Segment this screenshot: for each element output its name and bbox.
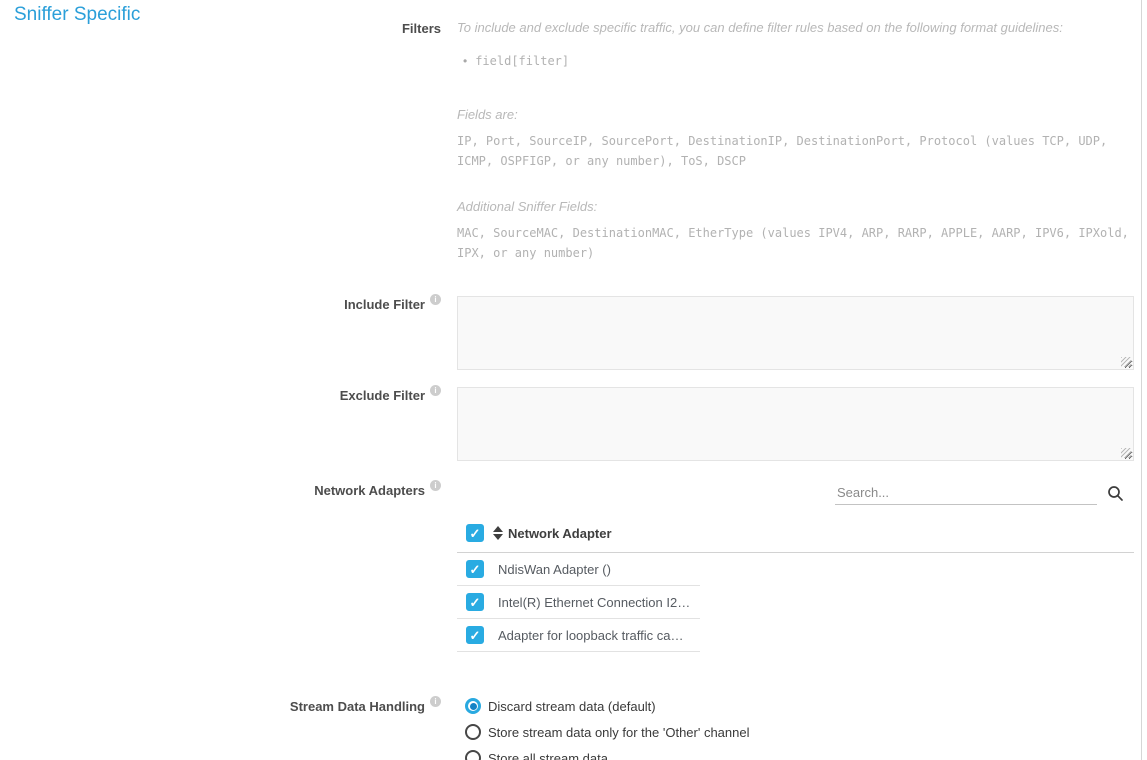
include-filter-label-col: Include Filter [0,296,447,313]
filter-format-bullet: • field[filter] [457,51,1134,71]
exclude-filter-content [447,387,1141,466]
stream-data-handling-content: Discard stream data (default) Store stre… [447,698,1141,760]
network-adapters-content: Network Adapter NdisWan Adapter () Intel… [447,482,1141,652]
radio-option-store-other[interactable]: Store stream data only for the 'Other' c… [465,724,1134,740]
filters-label: Filters [402,21,441,37]
adapter-row: Intel(R) Ethernet Connection I2… [457,586,700,619]
stream-data-handling-label-col: Stream Data Handling [0,698,447,715]
exclude-filter-label: Exclude Filter [340,388,425,404]
radio-icon[interactable] [465,724,481,740]
filters-label-col: Filters [0,20,447,37]
radio-label: Store all stream data [488,751,608,760]
adapter-checkbox[interactable] [466,593,484,611]
exclude-filter-input[interactable] [457,387,1134,461]
search-icon[interactable] [1107,485,1124,502]
include-filter-label: Include Filter [344,297,425,313]
fields-heading: Fields are: [457,107,1134,123]
adapter-table-header: Network Adapter [457,518,1134,553]
info-icon[interactable] [430,696,441,707]
network-adapters-label-col: Network Adapters [0,482,447,499]
adapter-checkbox[interactable] [466,626,484,644]
adapter-name: NdisWan Adapter () [498,562,611,577]
panel-right-border [1141,0,1142,760]
sniffer-specific-page: Sniffer Specific Filters To include and … [0,0,1147,760]
include-filter-row: Include Filter [0,296,1141,375]
exclude-filter-row: Exclude Filter [0,387,1141,466]
network-adapters-row: Network Adapters Network Ad [0,482,1141,652]
radio-icon[interactable] [465,698,481,714]
info-icon[interactable] [430,480,441,491]
include-filter-input[interactable] [457,296,1134,370]
radio-option-store-all[interactable]: Store all stream data [465,750,1134,760]
adapter-column-header[interactable]: Network Adapter [508,526,612,541]
settings-form: Filters To include and exclude specific … [0,20,1141,760]
filter-format-example: field[filter] [475,51,569,71]
info-icon[interactable] [430,385,441,396]
filters-row: Filters To include and exclude specific … [0,20,1141,263]
stream-data-handling-row: Stream Data Handling Discard stream data… [0,698,1141,760]
radio-icon[interactable] [465,750,481,760]
adapter-name: Intel(R) Ethernet Connection I2… [498,595,690,610]
stream-data-handling-label: Stream Data Handling [290,699,425,715]
include-filter-content [447,296,1141,375]
exclude-filter-label-col: Exclude Filter [0,387,447,404]
sort-icon[interactable] [493,526,503,540]
adapter-row: Adapter for loopback traffic ca… [457,619,700,652]
adapter-search-bar [457,482,1134,505]
info-icon[interactable] [430,294,441,305]
bullet-icon: • [463,54,467,68]
select-all-checkbox[interactable] [466,524,484,542]
filters-intro-text: To include and exclude specific traffic,… [457,20,1134,36]
adapter-checkbox[interactable] [466,560,484,578]
filters-content: To include and exclude specific traffic,… [447,20,1141,263]
fields-list: IP, Port, SourceIP, SourcePort, Destinat… [457,131,1134,171]
adapter-row: NdisWan Adapter () [457,553,700,586]
radio-option-discard[interactable]: Discard stream data (default) [465,698,1134,714]
radio-label: Store stream data only for the 'Other' c… [488,725,750,740]
adapter-search-input[interactable] [835,482,1097,505]
adapter-name: Adapter for loopback traffic ca… [498,628,683,643]
additional-fields-heading: Additional Sniffer Fields: [457,199,1134,215]
additional-fields-list: MAC, SourceMAC, DestinationMAC, EtherTyp… [457,223,1134,263]
radio-label: Discard stream data (default) [488,699,656,714]
network-adapters-label: Network Adapters [314,483,425,499]
